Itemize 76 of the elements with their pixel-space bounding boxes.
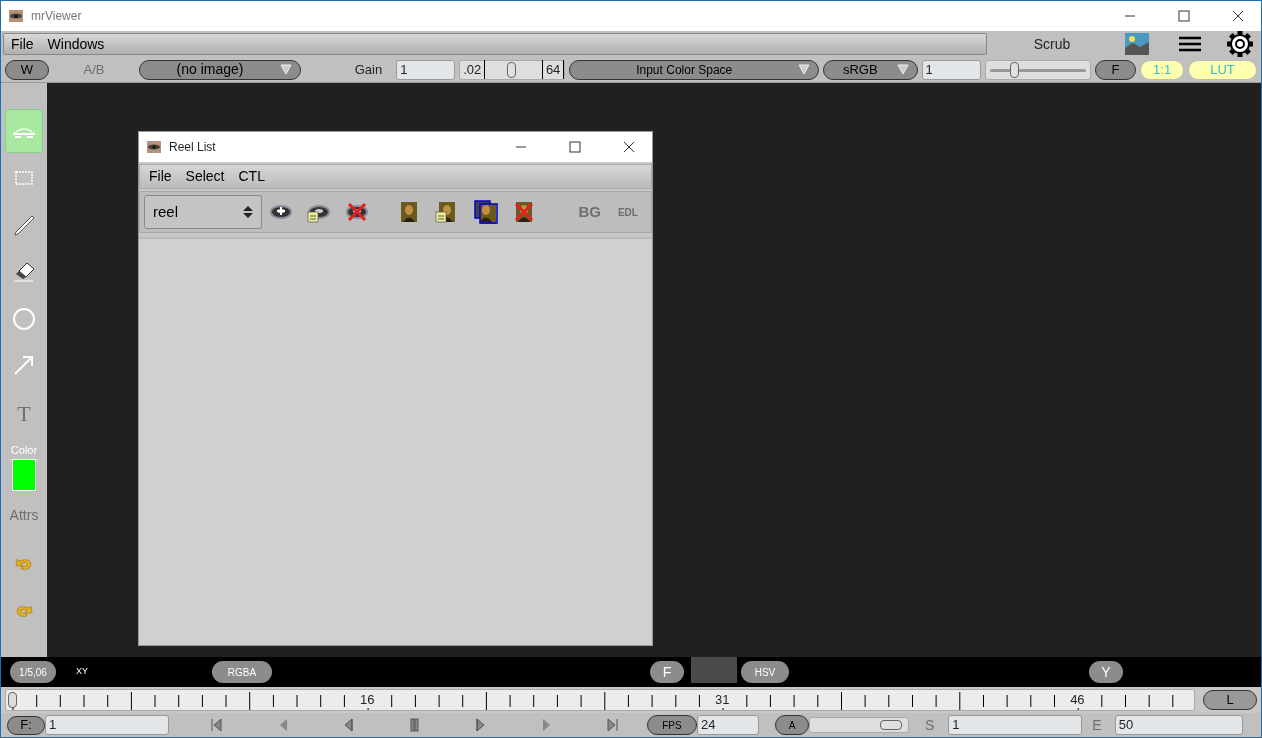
end-field[interactable]: 50 <box>1114 715 1243 735</box>
exposure-slider[interactable] <box>984 59 1091 80</box>
pencil-icon <box>13 214 35 236</box>
fps-button[interactable]: FPS <box>647 715 697 735</box>
scrub-tool-button[interactable] <box>5 109 43 153</box>
scrub-label: Scrub <box>1032 34 1072 54</box>
gain-slider[interactable]: .02 64 <box>459 59 566 80</box>
gain-max-value: 64 <box>541 59 565 80</box>
maximize-icon <box>569 141 581 153</box>
exposure-field[interactable]: 1 <box>921 59 981 80</box>
eraser-icon <box>13 262 35 282</box>
window-title: mrViewer <box>31 8 82 25</box>
menu-item[interactable]: CTL <box>231 166 272 187</box>
gain-field[interactable]: 1 <box>396 59 456 80</box>
audio-button[interactable]: A <box>775 715 809 735</box>
go-to-end-icon <box>605 718 619 732</box>
reel-dropdown[interactable]: reel <box>144 195 262 229</box>
frame-number: 46 <box>1070 692 1085 708</box>
color-preview <box>691 657 737 683</box>
redo-icon <box>15 603 33 618</box>
reel-x-icon <box>345 200 370 224</box>
hsv-button[interactable]: HSV <box>741 661 789 683</box>
y-button[interactable]: Y <box>1089 661 1123 683</box>
start-field[interactable]: 1 <box>948 715 1083 735</box>
slider-thumb[interactable] <box>1009 61 1019 78</box>
stop-icon <box>407 718 421 732</box>
timeline-thumb[interactable] <box>8 692 17 708</box>
circle-icon <box>13 308 35 330</box>
frame-number: 31 <box>715 692 730 708</box>
menu-item[interactable]: File <box>4 33 41 55</box>
attrs-label: Attrs <box>9 505 39 525</box>
menu-item[interactable]: Select <box>178 166 232 187</box>
rgba-button[interactable]: RGBA <box>212 661 272 683</box>
fps-field[interactable]: 24 <box>697 715 759 735</box>
coordinates-label: XY <box>76 665 88 678</box>
start-label: S <box>925 715 935 735</box>
frame-button[interactable]: F <box>1094 59 1137 80</box>
dropdown-arrow-icon <box>896 64 909 75</box>
close-icon <box>1232 10 1244 22</box>
volume-slider[interactable] <box>809 717 909 733</box>
app-icon <box>9 10 23 22</box>
gain-label: Gain <box>354 60 383 79</box>
color-swatch[interactable] <box>12 458 36 491</box>
menu-item[interactable]: File <box>142 166 179 187</box>
menu-item[interactable]: Windows <box>40 33 112 55</box>
volume-thumb[interactable] <box>880 720 903 730</box>
frame-field[interactable]: 1 <box>45 715 169 735</box>
app-icon <box>147 141 161 153</box>
end-label: E <box>1092 715 1102 735</box>
gain-min-value: .02 <box>460 59 486 80</box>
loop-button[interactable]: L <box>1203 690 1257 710</box>
zoom-value[interactable]: 1/5,06 <box>10 661 56 683</box>
updown-arrows-icon <box>242 205 253 219</box>
dropdown-arrow-icon <box>798 64 811 75</box>
rectangle-icon <box>15 171 33 185</box>
wipe-button[interactable]: W <box>5 59 49 80</box>
close-icon <box>623 141 635 153</box>
menu-icon <box>1179 36 1201 52</box>
dropdown-arrow-icon <box>279 64 292 75</box>
display-dropdown[interactable]: sRGB <box>823 59 918 80</box>
slider-thumb[interactable] <box>507 61 517 78</box>
play-forward-icon <box>473 718 487 732</box>
timeline[interactable]: 16 31 46 <box>5 689 1195 711</box>
maximize-icon <box>1178 10 1190 22</box>
color-space-dropdown[interactable]: Input Color Space <box>569 59 820 80</box>
color-label: Color <box>10 443 38 458</box>
go-to-start-icon <box>209 718 223 732</box>
window-title: Reel List <box>169 139 216 156</box>
f-button[interactable]: F <box>650 661 684 683</box>
image-dropdown[interactable]: (no image) <box>139 59 301 80</box>
landscape-icon <box>1125 33 1149 55</box>
undo-icon <box>15 556 33 571</box>
frame-number: 16 <box>360 692 375 708</box>
arrow-icon <box>14 356 34 376</box>
stacked-portraits-icon <box>473 200 498 224</box>
frame-label-button[interactable]: F: <box>7 715 45 735</box>
